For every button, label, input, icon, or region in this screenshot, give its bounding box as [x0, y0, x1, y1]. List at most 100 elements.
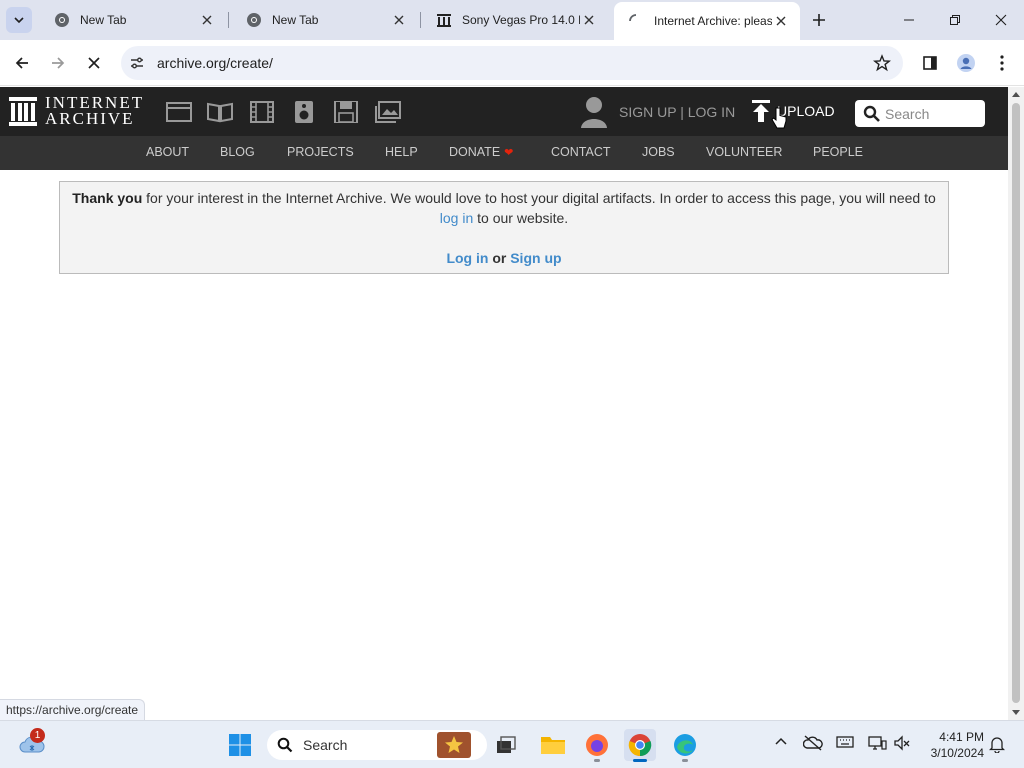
nav-blog[interactable]: BLOG — [220, 145, 255, 159]
notice-or: or — [492, 250, 507, 266]
bookmark-star-icon[interactable] — [872, 54, 892, 77]
video-icon[interactable] — [249, 101, 275, 123]
profile-button[interactable] — [952, 49, 980, 77]
chrome-taskbar-button[interactable] — [624, 729, 656, 761]
back-button[interactable] — [8, 49, 36, 77]
notice-text-2: to our website. — [477, 210, 569, 226]
close-tab-icon[interactable] — [390, 11, 408, 29]
archive-building-icon — [9, 97, 37, 126]
signup-login-link[interactable]: SIGN UP | LOG IN — [619, 104, 735, 120]
onedrive-off-icon[interactable] — [803, 735, 823, 751]
close-tab-icon[interactable] — [198, 11, 216, 29]
url-text: archive.org/create/ — [157, 55, 273, 71]
tab-internet-archive[interactable]: Internet Archive: pleas — [614, 2, 800, 40]
task-view-button[interactable] — [490, 729, 522, 761]
nav-donate-label: DONATE — [449, 145, 501, 159]
close-tab-icon[interactable] — [772, 12, 790, 30]
new-tab-button[interactable] — [808, 9, 830, 31]
side-panel-icon — [923, 56, 937, 70]
scroll-down-arrow-icon[interactable] — [1012, 710, 1020, 715]
back-arrow-icon — [15, 57, 28, 69]
browser-tab-strip: New Tab New Tab Sony Vegas Pro 14.0 B In… — [0, 0, 1024, 40]
tab-sony-vegas[interactable]: Sony Vegas Pro 14.0 B — [422, 0, 608, 40]
minimize-button[interactable] — [886, 0, 932, 40]
close-icon — [88, 57, 100, 69]
keyboard-icon[interactable] — [836, 735, 854, 749]
minimize-icon — [904, 19, 914, 21]
images-icon[interactable] — [375, 101, 401, 123]
login-link[interactable]: Log in — [446, 250, 488, 266]
taskbar-search[interactable]: Search — [267, 730, 487, 760]
nav-projects[interactable]: PROJECTS — [287, 145, 354, 159]
tab-new-tab-2[interactable]: New Tab — [232, 0, 418, 40]
notice-bold: Thank you — [72, 190, 143, 206]
tab-separator — [228, 12, 229, 28]
address-bar[interactable]: archive.org/create/ — [121, 46, 903, 80]
task-view-icon — [497, 736, 516, 753]
windows-logo-icon — [229, 734, 251, 756]
tab-separator — [420, 12, 421, 28]
ia-top-bar: INTERNET ARCHIVE SIGN UP | LOG IN UPLOAD — [0, 87, 1008, 136]
upload-button[interactable]: UPLOAD — [751, 100, 835, 122]
upload-icon — [752, 100, 770, 122]
system-clock[interactable]: 4:41 PM 3/10/2024 — [918, 729, 984, 761]
nav-contact[interactable]: CONTACT — [551, 145, 611, 159]
edge-icon — [674, 734, 696, 756]
signup-link[interactable]: Sign up — [510, 250, 561, 266]
edge-button[interactable] — [669, 729, 701, 761]
forward-button[interactable] — [44, 49, 72, 77]
clock-time: 4:41 PM — [939, 730, 984, 744]
nav-volunteer[interactable]: VOLUNTEER — [706, 145, 782, 159]
chevron-up-icon[interactable] — [774, 735, 788, 749]
chevron-down-icon — [14, 17, 24, 24]
nav-help[interactable]: HELP — [385, 145, 418, 159]
close-tab-icon[interactable] — [580, 11, 598, 29]
page-scrollbar[interactable] — [1008, 87, 1024, 720]
mouse-cursor-icon — [771, 107, 787, 129]
side-panel-button[interactable] — [916, 49, 944, 77]
search-highlight-icon — [437, 732, 471, 758]
site-info-icon[interactable] — [123, 49, 151, 77]
menu-button[interactable] — [988, 49, 1016, 77]
firefox-button[interactable] — [581, 729, 613, 761]
profile-avatar-icon — [957, 54, 975, 72]
tab-new-tab-1[interactable]: New Tab — [40, 0, 226, 40]
nav-people[interactable]: PEOPLE — [813, 145, 863, 159]
ia-nav-bar: ABOUT BLOG PROJECTS HELP DONATE ❤ CONTACT… — [0, 136, 1008, 170]
ia-logo[interactable]: INTERNET ARCHIVE — [9, 94, 144, 127]
volume-muted-icon[interactable] — [893, 735, 911, 751]
restore-icon — [950, 15, 960, 25]
scroll-up-arrow-icon[interactable] — [1012, 92, 1020, 97]
nav-donate[interactable]: DONATE ❤ — [449, 145, 513, 159]
audio-icon[interactable] — [291, 101, 317, 123]
chrome-icon — [628, 734, 652, 757]
firefox-icon — [586, 734, 608, 756]
windows-taskbar: 1 Search 4:41 PM 3/10/2024 — [0, 720, 1024, 768]
notice-text-1: for your interest in the Internet Archiv… — [146, 190, 936, 206]
stop-loading-button[interactable] — [80, 49, 108, 77]
more-vertical-icon — [1000, 55, 1004, 71]
texts-icon[interactable] — [207, 101, 233, 123]
start-button[interactable] — [224, 729, 256, 761]
running-indicator — [594, 759, 600, 762]
tab-search-button[interactable] — [6, 7, 32, 33]
login-link-inline[interactable]: log in — [440, 210, 473, 226]
clock-date: 3/10/2024 — [930, 746, 984, 760]
scroll-thumb[interactable] — [1012, 103, 1020, 703]
user-avatar-icon[interactable] — [580, 96, 608, 128]
software-icon[interactable] — [333, 101, 359, 123]
loading-spinner-icon — [629, 14, 637, 22]
web-icon[interactable] — [166, 101, 192, 123]
browser-toolbar: archive.org/create/ — [0, 40, 1024, 86]
ia-search-box[interactable] — [855, 100, 985, 127]
network-icon[interactable] — [867, 735, 887, 751]
nav-about[interactable]: ABOUT — [146, 145, 189, 159]
notification-bell-icon[interactable] — [989, 735, 1005, 753]
close-window-button[interactable] — [978, 0, 1024, 40]
ia-search-input[interactable] — [885, 105, 980, 122]
nav-jobs[interactable]: JOBS — [642, 145, 675, 159]
file-explorer-button[interactable] — [537, 729, 569, 761]
close-icon — [995, 14, 1007, 26]
restore-button[interactable] — [932, 0, 978, 40]
chrome-icon — [247, 13, 261, 27]
